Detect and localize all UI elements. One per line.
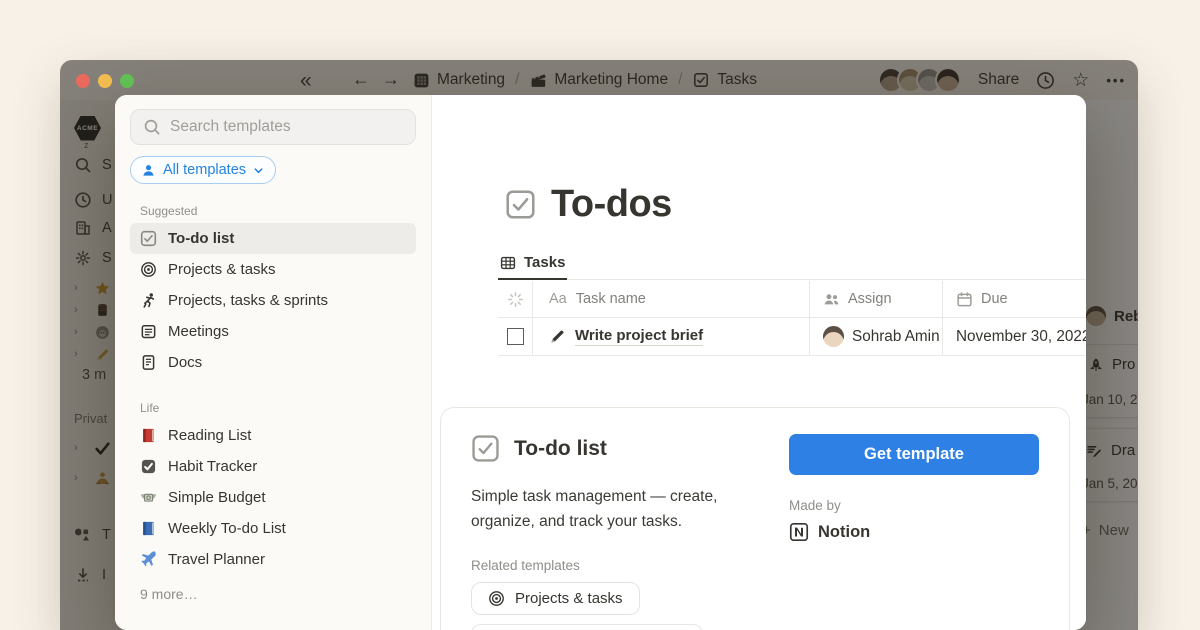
- template-item-label: To-do list: [168, 230, 234, 247]
- author-row[interactable]: Notion: [789, 522, 1039, 542]
- runner-icon: [139, 292, 157, 310]
- page-title: To-dos: [551, 183, 672, 226]
- checkbox-page-icon: [505, 189, 536, 220]
- template-title: To-do list: [514, 437, 607, 461]
- calendar-icon: [956, 291, 973, 308]
- tab-label: Tasks: [524, 254, 565, 271]
- template-item-docs[interactable]: Docs: [130, 347, 416, 378]
- details-left: To-do list Simple task management — crea…: [471, 434, 739, 630]
- template-item-label: Simple Budget: [168, 489, 266, 506]
- template-item-meetings[interactable]: Meetings: [130, 316, 416, 347]
- view-tabbar: Tasks: [498, 247, 1086, 280]
- table-row[interactable]: Write project brief Sohrab Amin November…: [498, 318, 1086, 356]
- template-item-label: Meetings: [168, 323, 229, 340]
- template-item-label: Docs: [168, 354, 202, 371]
- text-property-icon: Aa: [549, 291, 567, 307]
- airplane-icon: [139, 551, 157, 569]
- template-item-label: Reading List: [168, 427, 251, 444]
- page-title-row: To-dos: [505, 183, 672, 226]
- assignee-name: Sohrab Amin: [852, 328, 940, 346]
- person-icon: [141, 163, 156, 178]
- task-name-cell[interactable]: Write project brief: [533, 318, 810, 355]
- tab-tasks[interactable]: Tasks: [498, 247, 567, 280]
- notepad-icon: [139, 323, 157, 341]
- blue-book-icon: [139, 520, 157, 538]
- template-details-card: To-do list Simple task management — crea…: [440, 407, 1070, 630]
- search-templates-field[interactable]: [130, 109, 416, 145]
- template-sidebar: All templates Suggested To-do list Proje…: [115, 95, 432, 630]
- more-templates-link[interactable]: 9 more…: [140, 586, 416, 602]
- column-label: Assign: [848, 291, 892, 307]
- template-item-reading-list[interactable]: Reading List: [130, 420, 416, 451]
- column-header-assign[interactable]: Assign: [810, 281, 943, 317]
- related-template-label: Projects & tasks: [515, 590, 623, 607]
- template-item-label: Weekly To-do List: [168, 520, 286, 537]
- table-view-icon: [500, 255, 516, 271]
- checkbox-template-icon: [471, 434, 500, 463]
- template-item-label: Habit Tracker: [168, 458, 257, 475]
- notion-logo-icon: [789, 522, 809, 542]
- template-item-projects-tasks[interactable]: Projects & tasks: [130, 254, 416, 285]
- template-item-label: Travel Planner: [168, 551, 265, 568]
- target-icon: [488, 590, 505, 607]
- template-picker-modal: All templates Suggested To-do list Proje…: [115, 95, 1086, 630]
- related-template-chip-partial[interactable]: [471, 624, 703, 630]
- spinner-icon: [507, 291, 524, 308]
- template-item-travel-planner[interactable]: Travel Planner: [130, 544, 416, 575]
- template-item-label: Projects, tasks & sprints: [168, 292, 328, 309]
- details-title-row: To-do list: [471, 434, 739, 463]
- document-icon: [139, 354, 157, 372]
- get-template-button[interactable]: Get template: [789, 434, 1039, 475]
- template-item-todo-list[interactable]: To-do list: [130, 223, 416, 254]
- check-button-icon: [139, 458, 157, 476]
- minimize-window-button[interactable]: [98, 74, 112, 88]
- people-icon: [823, 291, 840, 308]
- zoom-window-button[interactable]: [120, 74, 134, 88]
- tasks-table: Aa Task name Assign Due Write: [498, 281, 1086, 356]
- filter-label: All templates: [163, 162, 246, 178]
- table-header-row: Aa Task name Assign Due: [498, 281, 1086, 318]
- related-template-chip[interactable]: Projects & tasks: [471, 582, 640, 615]
- target-icon: [139, 261, 157, 279]
- template-item-label: Projects & tasks: [168, 261, 276, 278]
- details-right: Get template Made by Notion: [789, 434, 1039, 630]
- chevron-down-icon: [253, 165, 264, 176]
- section-label-suggested: Suggested: [140, 204, 416, 218]
- money-wings-icon: [139, 489, 157, 507]
- due-date: November 30, 2022: [956, 328, 1086, 346]
- column-label: Task name: [576, 291, 646, 307]
- template-item-weekly-todo-list[interactable]: Weekly To-do List: [130, 513, 416, 544]
- checkbox-icon: [139, 230, 157, 248]
- due-date-cell[interactable]: November 30, 2022: [943, 318, 1086, 355]
- pen-icon: [549, 328, 566, 345]
- search-icon: [143, 118, 161, 136]
- column-label: Due: [981, 291, 1008, 307]
- related-templates-label: Related templates: [471, 558, 739, 573]
- window-controls: [76, 74, 134, 88]
- template-item-projects-tasks-sprints[interactable]: Projects, tasks & sprints: [130, 285, 416, 316]
- template-item-habit-tracker[interactable]: Habit Tracker: [130, 451, 416, 482]
- row-checkbox-cell: [498, 318, 533, 355]
- all-templates-filter[interactable]: All templates: [130, 156, 276, 184]
- template-description: Simple task management — create, organiz…: [471, 485, 739, 535]
- author-name: Notion: [818, 523, 870, 542]
- close-window-button[interactable]: [76, 74, 90, 88]
- table-corner-cell: [498, 281, 533, 317]
- red-book-icon: [139, 427, 157, 445]
- assignee-avatar: [823, 326, 844, 347]
- template-item-simple-budget[interactable]: Simple Budget: [130, 482, 416, 513]
- column-header-task-name[interactable]: Aa Task name: [533, 281, 810, 317]
- made-by-label: Made by: [789, 498, 1039, 513]
- task-title: Write project brief: [575, 327, 703, 346]
- todo-checkbox[interactable]: [507, 328, 524, 345]
- search-input[interactable]: [170, 118, 403, 136]
- assignee-cell[interactable]: Sohrab Amin: [810, 318, 943, 355]
- section-label-life: Life: [140, 401, 416, 415]
- template-preview: To-dos Tasks Aa Task name Assign: [432, 95, 1086, 630]
- column-header-due[interactable]: Due: [943, 281, 1086, 317]
